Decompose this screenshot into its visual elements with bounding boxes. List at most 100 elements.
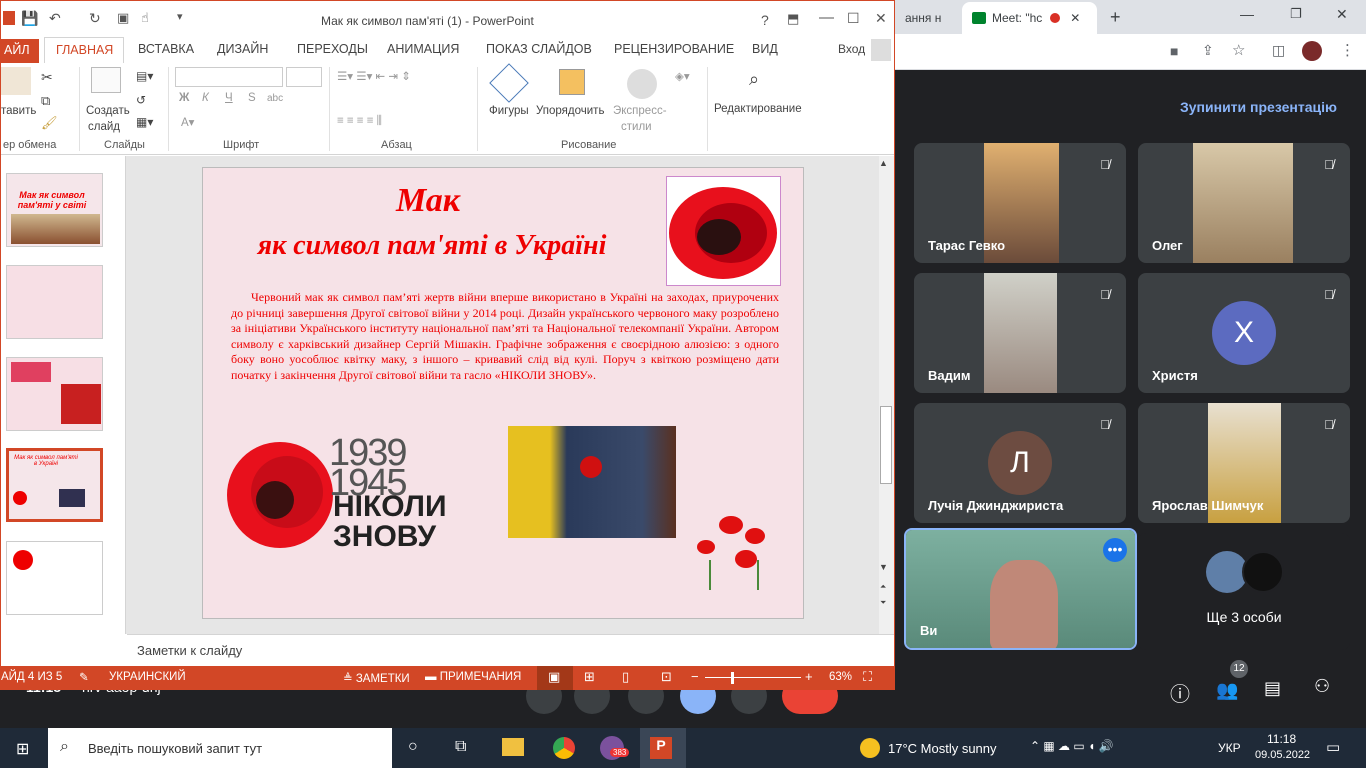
arrange-icon[interactable] bbox=[559, 69, 585, 95]
keyboard-language[interactable]: УКР bbox=[1218, 741, 1241, 755]
chrome-icon[interactable] bbox=[553, 737, 575, 759]
others-tile[interactable]: Ще 3 особи bbox=[1138, 533, 1350, 650]
zoom-level[interactable]: 63% bbox=[829, 671, 852, 683]
zoom-slider[interactable] bbox=[705, 677, 801, 678]
shapes-button[interactable]: Фигуры bbox=[489, 105, 529, 117]
close-icon[interactable]: ✕ bbox=[1070, 11, 1080, 25]
sign-in-link[interactable]: Вход bbox=[838, 42, 865, 56]
redo-icon[interactable]: ↻ bbox=[89, 10, 101, 27]
help-icon[interactable]: ? bbox=[761, 12, 769, 28]
self-tile[interactable]: ••• Ви bbox=[904, 528, 1137, 650]
participant-tile[interactable]: 🎙̸ Тарас Гевко bbox=[914, 143, 1126, 263]
slide-thumbnail-3[interactable] bbox=[6, 357, 103, 431]
file-tab[interactable]: АЙЛ bbox=[1, 39, 39, 63]
zoom-out-button[interactable]: − bbox=[691, 669, 699, 684]
shadow-button[interactable]: abc bbox=[267, 93, 283, 104]
tab-view[interactable]: ВИД bbox=[752, 42, 778, 56]
bullets-icon[interactable]: ☰▾ ☰▾ ⇤ ⇥ ⇕ bbox=[337, 69, 411, 83]
zoom-in-button[interactable]: + bbox=[805, 669, 813, 684]
align-icons[interactable]: ≡ ≡ ≡ ≡ ⫼ bbox=[337, 115, 382, 128]
italic-button[interactable]: К bbox=[202, 92, 209, 104]
slide-thumbnail-4[interactable]: Мак як символ пам'яті в Україні bbox=[6, 448, 103, 522]
tab-design[interactable]: ДИЗАЙН bbox=[217, 42, 268, 56]
language-status[interactable]: УКРАИНСКИЙ bbox=[109, 671, 186, 683]
tab-home[interactable]: ГЛАВНАЯ bbox=[44, 37, 124, 63]
file-explorer-icon[interactable] bbox=[502, 738, 524, 756]
side-panel-icon[interactable]: ◫ bbox=[1272, 42, 1285, 59]
slide-thumbnail-5[interactable] bbox=[6, 541, 103, 615]
current-slide[interactable]: Мак як символ пам'яті в Україні Червоний… bbox=[202, 167, 804, 619]
weather-label[interactable]: 17°C Mostly sunny bbox=[888, 741, 997, 756]
tab-insert[interactable]: ВСТАВКА bbox=[138, 42, 194, 56]
slide-thumbnail-2[interactable] bbox=[6, 265, 103, 339]
shapes-icon[interactable] bbox=[489, 63, 529, 103]
paste-icon[interactable] bbox=[1, 67, 31, 95]
bold-button[interactable]: Ж bbox=[179, 92, 189, 104]
new-slide-button[interactable]: Создать bbox=[86, 105, 130, 117]
vertical-scrollbar[interactable]: ▲ ▼ ⏶ ⏷ bbox=[879, 156, 894, 634]
share-icon[interactable]: ⇪ bbox=[1202, 42, 1214, 59]
task-view-icon[interactable]: ⧉ bbox=[455, 738, 466, 756]
strikethrough-button[interactable]: S bbox=[248, 92, 256, 104]
scroll-down-icon[interactable]: ▼ bbox=[879, 562, 888, 572]
participant-tile[interactable]: 🎙̸ Ярослав Шимчук bbox=[1138, 403, 1350, 523]
underline-button[interactable]: Ч bbox=[225, 92, 233, 104]
menu-icon[interactable]: ⋮ bbox=[1340, 41, 1355, 59]
layout-icon[interactable]: ▤▾ bbox=[136, 69, 153, 83]
save-icon[interactable]: 💾 bbox=[21, 10, 38, 27]
tab-review[interactable]: РЕЦЕНЗИРОВАНИЕ bbox=[614, 42, 734, 56]
slideshow-view-icon[interactable]: ⊡ bbox=[661, 669, 672, 685]
user-icon[interactable] bbox=[871, 39, 891, 61]
quick-styles-icon[interactable] bbox=[627, 69, 657, 99]
section-icon[interactable]: ▦▾ bbox=[136, 115, 153, 129]
scroll-up-icon[interactable]: ▲ bbox=[879, 158, 888, 168]
clock-time[interactable]: 11:18 bbox=[1267, 732, 1296, 746]
system-tray-icons[interactable]: ⌃ ▦ ☁ ▭ ◖ 🔊 bbox=[1030, 739, 1114, 753]
paste-button[interactable]: тавить bbox=[1, 105, 36, 117]
comments-toggle[interactable]: ▬ ПРИМЕЧАНИЯ bbox=[425, 671, 521, 683]
powerpoint-taskbar-button[interactable]: P bbox=[640, 728, 686, 768]
tab-transitions[interactable]: ПЕРЕХОДЫ bbox=[297, 42, 368, 56]
binoculars-icon[interactable]: ⌕ bbox=[749, 69, 759, 90]
shape-fill-icon[interactable]: ◈▾ bbox=[675, 69, 690, 83]
notifications-icon[interactable]: ▭ bbox=[1326, 738, 1340, 756]
spellcheck-icon[interactable]: ✎ bbox=[79, 670, 89, 684]
windows-start-icon[interactable]: ⊞ bbox=[16, 739, 29, 759]
reading-view-icon[interactable]: ▯ bbox=[622, 669, 629, 685]
zoom-slider-thumb[interactable] bbox=[731, 672, 734, 684]
close-window-icon[interactable]: ✕ bbox=[1336, 6, 1348, 23]
notes-pane[interactable]: Заметки к слайду bbox=[127, 634, 894, 666]
participant-tile[interactable]: Х 🎙̸ Христя bbox=[1138, 273, 1350, 393]
scroll-thumb[interactable] bbox=[880, 406, 892, 484]
people-icon[interactable]: 👥 bbox=[1216, 680, 1238, 701]
clock-date[interactable]: 09.05.2022 bbox=[1255, 749, 1310, 761]
minimize-icon[interactable]: — bbox=[1240, 6, 1254, 22]
prev-slide-icon[interactable]: ⏶ bbox=[880, 582, 886, 592]
profile-avatar[interactable] bbox=[1302, 41, 1322, 61]
participant-tile[interactable]: Л 🎙̸ Лучія Джинджириста bbox=[914, 403, 1126, 523]
slide-sorter-icon[interactable]: ⊞ bbox=[584, 669, 595, 685]
browser-tab[interactable]: ання н bbox=[895, 2, 965, 34]
start-slideshow-icon[interactable]: ▣ bbox=[117, 10, 129, 26]
format-painter-icon[interactable]: 🖌 bbox=[41, 115, 58, 131]
undo-icon[interactable]: ↶ bbox=[49, 10, 61, 27]
camera-icon[interactable]: ■ bbox=[1170, 43, 1178, 59]
editing-button[interactable]: Редактирование bbox=[714, 103, 802, 115]
next-slide-icon[interactable]: ⏷ bbox=[880, 598, 886, 608]
new-slide-icon[interactable] bbox=[91, 67, 121, 93]
tab-animations[interactable]: АНИМАЦИЯ bbox=[387, 42, 459, 56]
normal-view-button[interactable]: ▣ bbox=[537, 666, 573, 690]
minimize-icon[interactable]: — bbox=[819, 9, 834, 26]
customize-toolbar-icon[interactable]: ▾ bbox=[177, 10, 183, 23]
maximize-icon[interactable]: ☐ bbox=[847, 10, 860, 27]
slide-thumbnail-1[interactable]: Мак як символ пам'яті у світі bbox=[6, 173, 103, 247]
restore-icon[interactable]: ❐ bbox=[1290, 6, 1302, 22]
copy-icon[interactable]: ⧉ bbox=[41, 93, 50, 109]
arrange-button[interactable]: Упорядочить bbox=[536, 105, 604, 117]
font-size-field[interactable] bbox=[286, 67, 322, 87]
reset-icon[interactable]: ↺ bbox=[136, 93, 146, 107]
new-tab-button[interactable]: + bbox=[1110, 7, 1121, 28]
cortana-icon[interactable]: ○ bbox=[408, 738, 418, 756]
cut-icon[interactable]: ✂ bbox=[41, 69, 53, 86]
participant-tile[interactable]: 🎙̸ Олег bbox=[1138, 143, 1350, 263]
